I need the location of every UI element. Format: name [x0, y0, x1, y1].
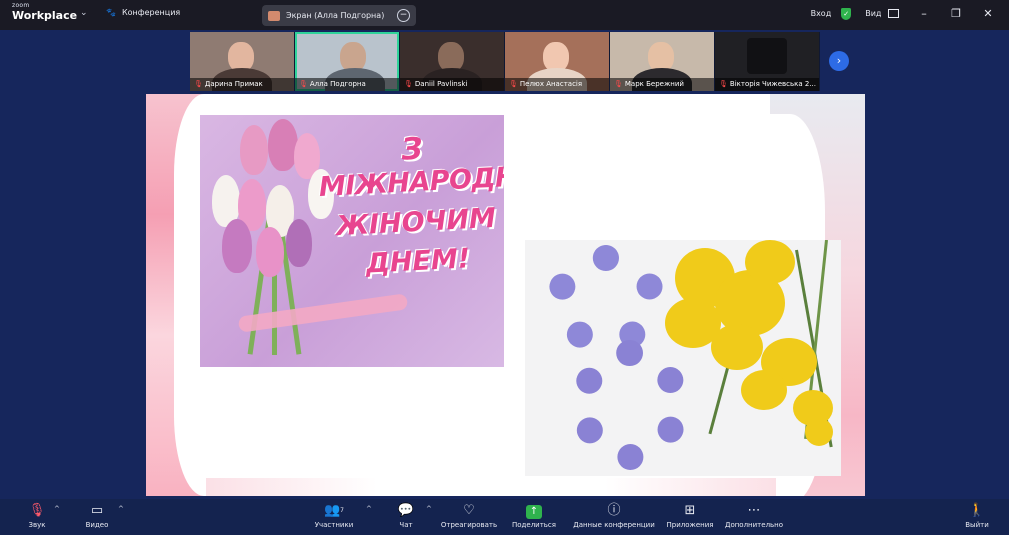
participants-label: Участники: [314, 521, 354, 529]
participant-name: Вікторія Чижевська 2...: [729, 80, 816, 88]
participants-icon: 👥7: [323, 503, 344, 518]
muted-mic-icon: 🎙: [614, 80, 623, 88]
participant-tile[interactable]: 🎙 Вікторія Чижевська 2...: [715, 32, 819, 91]
zoom-logo: zoom Workplace: [12, 3, 78, 22]
close-window-icon[interactable]: ✕: [981, 7, 995, 20]
meeting-toolbar: 🎙 Звук ^ ▭ Видео ^ 👥7 Участники ^ 💬 Чат …: [0, 499, 1009, 535]
chat-options-caret-icon[interactable]: ^: [426, 505, 432, 513]
logo-workplace-text: Workplace: [12, 9, 78, 22]
chat-bubble-icon: 💬: [397, 503, 415, 518]
more-button[interactable]: ⋯ Дополнительно: [722, 502, 786, 529]
minimize-circle-icon[interactable]: −: [397, 9, 410, 22]
more-dots-icon: ⋯: [747, 503, 761, 518]
figure-eight-top-loop: [547, 245, 665, 355]
meeting-menu-label: Конференция: [121, 8, 181, 17]
leave-person-icon: 🚶: [968, 503, 986, 518]
apps-button[interactable]: ⊞ Приложения: [664, 502, 716, 529]
leave-label: Выйти: [965, 521, 989, 529]
tulips-greeting-image: З МІЖНАРОДНИМ ЖІНОЧИМ ДНЕМ!: [200, 115, 504, 367]
participant-tile[interactable]: 🎙 Марк Бережний: [610, 32, 714, 91]
video-button[interactable]: ▭ Видео: [82, 502, 112, 529]
figure-eight-bottom-loop: [571, 340, 689, 470]
participants-button[interactable]: 👥7 Участники: [312, 502, 356, 529]
muted-mic-icon: 🎙: [719, 80, 728, 88]
shared-screen-slide: З МІЖНАРОДНИМ ЖІНОЧИМ ДНЕМ!: [146, 94, 865, 496]
share-screen-button[interactable]: ↑ Поделиться: [510, 502, 558, 529]
participants-options-caret-icon[interactable]: ^: [366, 505, 372, 513]
leave-button[interactable]: 🚶 Выйти: [962, 502, 992, 529]
chat-label: Чат: [399, 521, 413, 529]
participants-count: 7: [340, 507, 344, 514]
muted-mic-icon: 🎙: [299, 80, 308, 88]
login-button[interactable]: Вход: [811, 9, 832, 18]
greeting-line: ЖІНОЧИМ: [335, 202, 497, 242]
screen-share-label: Экран (Алла Подгорна): [286, 11, 385, 20]
security-shield-icon[interactable]: ✓: [841, 7, 852, 20]
info-icon: ⓘ: [607, 503, 621, 518]
video-camera-icon: ▭: [90, 503, 104, 518]
participant-name: Дарина Примак: [204, 80, 263, 88]
restore-window-icon[interactable]: ❐: [949, 7, 963, 20]
muted-mic-icon: 🎙: [28, 503, 46, 518]
muted-mic-icon: 🎙: [194, 80, 203, 88]
participant-tile[interactable]: 🎙 Пелюх Анастасія: [505, 32, 609, 91]
video-options-caret-icon[interactable]: ^: [118, 505, 124, 513]
greeting-text: З МІЖНАРОДНИМ ЖІНОЧИМ ДНЕМ!: [316, 128, 504, 282]
muted-mic-icon: 🎙: [509, 80, 518, 88]
apps-icon: ⊞: [684, 503, 696, 518]
apps-label: Приложения: [666, 521, 714, 529]
meeting-info-label: Данные конференции: [573, 521, 655, 529]
video-label: Видео: [85, 521, 109, 529]
chat-button[interactable]: 💬 Чат: [394, 502, 418, 529]
paw-icon: 🐾: [106, 8, 116, 17]
chevron-down-icon[interactable]: ⌄: [80, 8, 88, 18]
participant-tile[interactable]: 🎙 Daniil Pavlinski: [400, 32, 504, 91]
react-label: Отреагировать: [440, 521, 498, 529]
meeting-menu-button[interactable]: 🐾 Конференция: [106, 8, 180, 17]
minimize-window-icon[interactable]: –: [917, 7, 931, 20]
screen-share-pill[interactable]: Экран (Алла Подгорна) −: [262, 5, 416, 26]
greeting-line: ДНЕМ!: [365, 243, 471, 281]
participant-name: Марк Бережний: [624, 80, 684, 88]
eight-and-mimosa-image: [525, 240, 841, 476]
participant-name: Алла Подгорна: [309, 80, 366, 88]
share-label: Поделиться: [512, 521, 556, 529]
gallery-next-arrow-icon[interactable]: ›: [829, 51, 849, 71]
heart-icon: ♡: [463, 503, 475, 518]
view-button[interactable]: Вид: [865, 9, 899, 18]
muted-mic-icon: 🎙: [404, 80, 413, 88]
top-bar: zoom Workplace ⌄ 🐾 Конференция Экран (Ал…: [0, 0, 1009, 30]
participant-video-off: [747, 38, 787, 74]
audio-label: Звук: [28, 521, 46, 529]
share-screen-icon: ↑: [526, 505, 542, 519]
audio-button[interactable]: 🎙 Звук: [22, 502, 52, 529]
participant-name: Daniil Pavlinski: [414, 80, 468, 88]
view-grid-icon: [888, 9, 899, 18]
presenter-avatar-icon: [268, 10, 280, 21]
top-right-controls: Вход ✓ Вид – ❐ ✕: [811, 7, 995, 20]
meeting-info-button[interactable]: ⓘ Данные конференции: [570, 502, 658, 529]
participant-tile[interactable]: 🎙 Дарина Примак: [190, 32, 294, 91]
react-button[interactable]: ♡ Отреагировать: [440, 502, 498, 529]
participant-gallery: 🎙 Дарина Примак 🎙 Алла Подгорна 🎙 Daniil Pa…: [190, 32, 820, 91]
more-label: Дополнительно: [724, 521, 784, 529]
audio-options-caret-icon[interactable]: ^: [54, 505, 60, 513]
participant-tile-active[interactable]: 🎙 Алла Подгорна: [295, 32, 399, 91]
view-label: Вид: [865, 9, 882, 18]
participant-name: Пелюх Анастасія: [519, 80, 583, 88]
